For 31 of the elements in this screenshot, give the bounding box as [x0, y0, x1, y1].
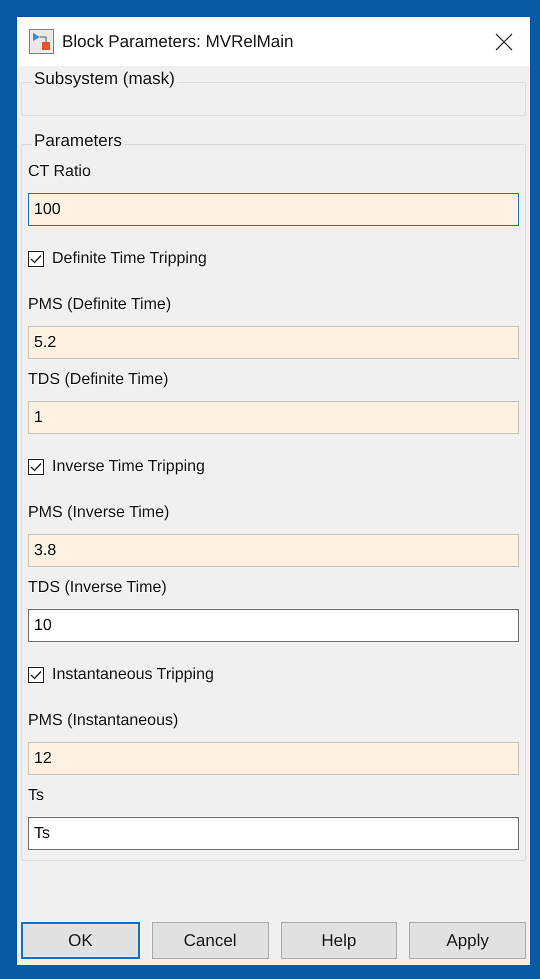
checkbox-label: Inverse Time Tripping	[52, 457, 205, 477]
input-field[interactable]: 12	[28, 742, 519, 775]
checkbox[interactable]	[28, 459, 44, 475]
field-label: PMS (Instantaneous)	[28, 711, 180, 731]
field-label: PMS (Inverse Time)	[28, 503, 170, 523]
dialog-button[interactable]: Help	[280, 922, 398, 959]
group-title: Parameters	[32, 132, 124, 149]
checkbox-label: Definite Time Tripping	[52, 249, 207, 269]
checkmark-icon	[30, 462, 42, 472]
input-field[interactable]: 5.2	[28, 326, 519, 359]
field-label: CT Ratio	[28, 162, 92, 182]
field-label: TDS (Inverse Time)	[28, 578, 168, 598]
block-icon	[29, 29, 54, 54]
input-field[interactable]: 10	[28, 609, 519, 642]
field-label: TDS (Definite Time)	[28, 370, 170, 390]
input-field[interactable]: 3.8	[28, 534, 519, 567]
dialog-button[interactable]: OK	[21, 922, 140, 959]
input-field[interactable]: Ts	[28, 817, 519, 850]
field-label: PMS (Definite Time)	[28, 295, 172, 315]
checkbox[interactable]	[28, 251, 44, 267]
dialog-button[interactable]: Cancel	[152, 922, 268, 959]
checkbox-label: Instantaneous Tripping	[52, 665, 214, 685]
window-title: Block Parameters: MVRelMain	[62, 30, 294, 53]
checkmark-icon	[30, 254, 42, 264]
checkmark-icon	[30, 670, 42, 680]
input-field[interactable]: 100	[28, 193, 519, 226]
dialog-button[interactable]: Apply	[409, 922, 526, 959]
checkbox[interactable]	[28, 667, 44, 683]
group-title: Subsystem (mask)	[32, 70, 177, 87]
field-label: Ts	[28, 786, 45, 806]
input-field[interactable]: 1	[28, 401, 519, 434]
